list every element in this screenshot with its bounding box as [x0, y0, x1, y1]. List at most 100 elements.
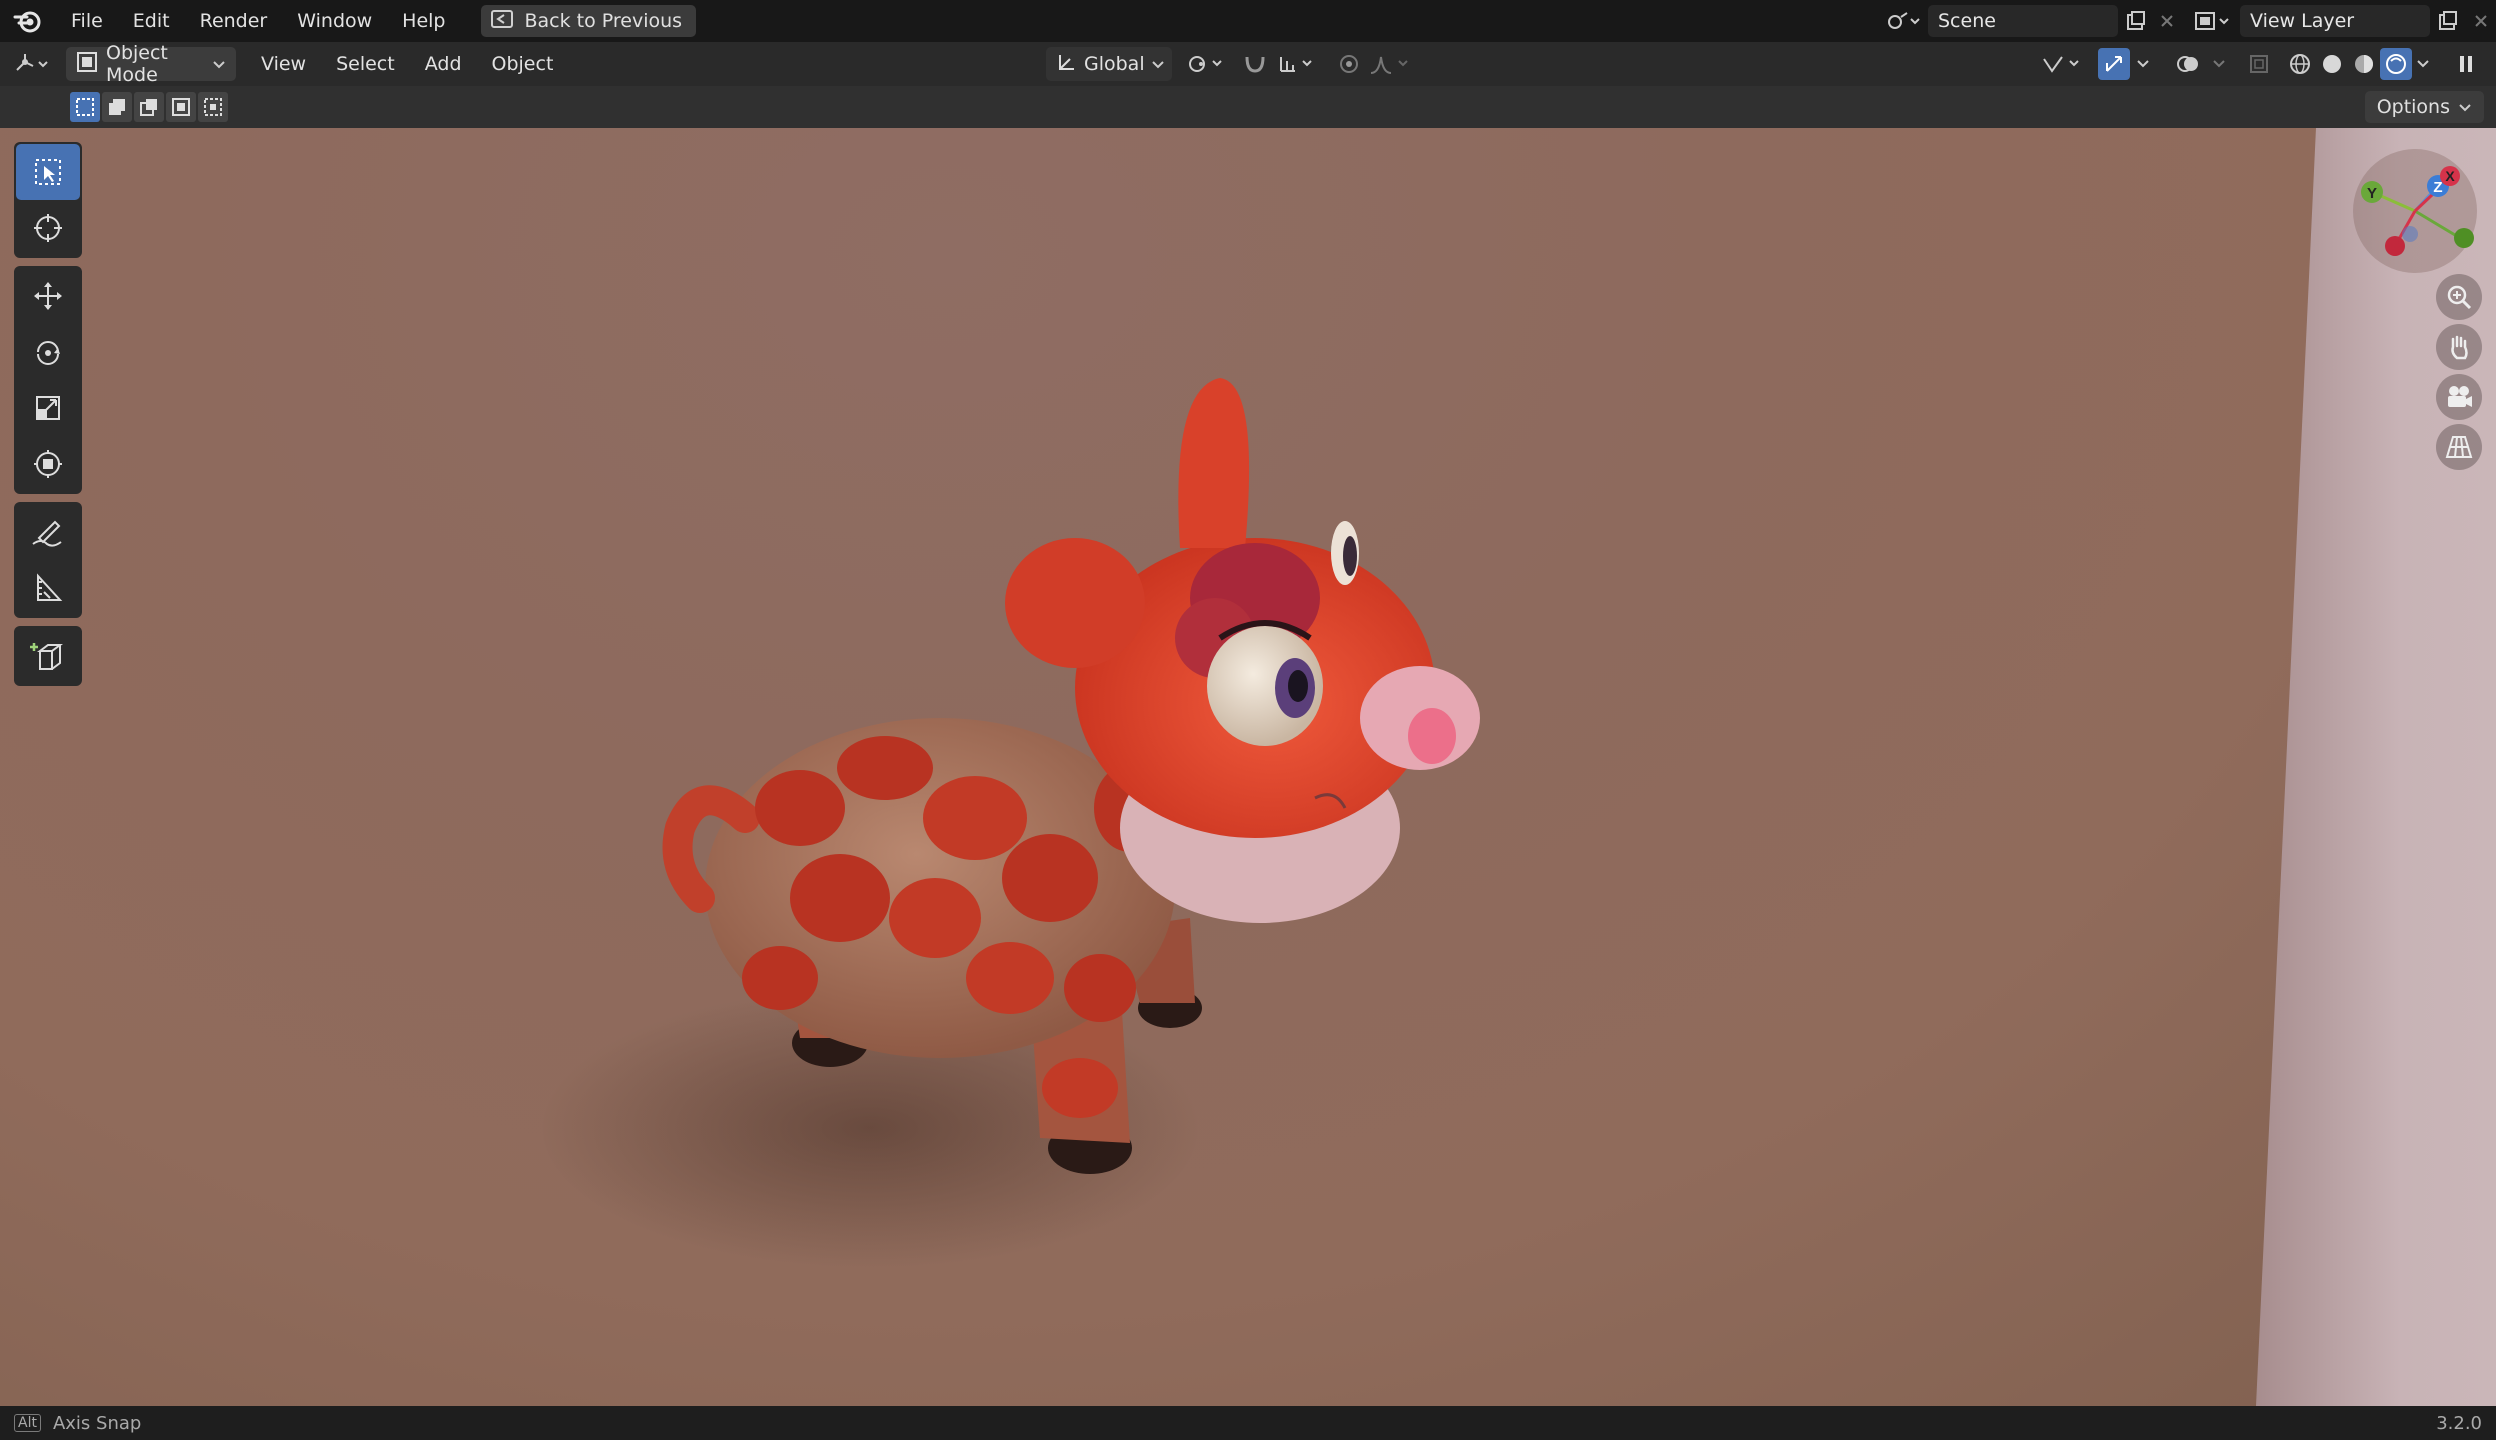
rotate-tool[interactable] [16, 324, 80, 380]
tool-group-add [14, 626, 82, 686]
xray-toggle-icon[interactable] [2244, 47, 2274, 81]
measure-tool[interactable] [16, 560, 80, 616]
mode-dropdown[interactable]: Object Mode [66, 42, 236, 86]
select-box-icon [35, 159, 61, 185]
viewport-header: Object Mode View Select Add Object Globa… [0, 42, 2496, 86]
scene-name-field[interactable]: Scene [1928, 5, 2118, 37]
pan-view-button[interactable] [2436, 324, 2482, 370]
select-new-icon[interactable] [70, 92, 100, 122]
chevron-down-icon [212, 54, 226, 75]
new-scene-icon[interactable] [2118, 5, 2154, 37]
menu-window[interactable]: Window [282, 0, 387, 42]
view-layer-name: View Layer [2250, 10, 2355, 32]
menu-render[interactable]: Render [185, 0, 283, 42]
zoom-view-button[interactable] [2436, 274, 2482, 320]
scene-name: Scene [1938, 10, 1996, 32]
gizmo-y-label: Y [2367, 185, 2377, 202]
transform-orientation-dropdown[interactable]: Global [1046, 47, 1172, 81]
editor-type-icon[interactable] [0, 42, 66, 86]
menu-object[interactable]: Object [477, 43, 569, 85]
perspective-toggle-button[interactable] [2436, 424, 2482, 470]
annotate-pencil-icon [32, 520, 62, 547]
options-label: Options [2376, 96, 2450, 118]
giraffe-render[interactable] [0, 128, 2496, 1406]
cursor-tool[interactable] [16, 200, 80, 256]
snap-target-icon[interactable] [1274, 47, 1320, 81]
select-box-tool[interactable] [16, 144, 80, 200]
back-icon [490, 9, 513, 34]
back-to-previous-label: Back to Previous [524, 10, 683, 32]
transform-tool[interactable] [16, 436, 80, 492]
chevron-down-icon [1151, 53, 1165, 75]
menu-view[interactable]: View [246, 43, 321, 85]
alt-key-badge: Alt [14, 1414, 41, 1432]
tool-group-transform [14, 266, 82, 494]
rotate-icon [37, 341, 60, 365]
version-label: 3.2.0 [2436, 1412, 2482, 1434]
left-toolbar [14, 142, 82, 694]
navigation-gizmo[interactable]: Z X Y [2350, 146, 2480, 276]
gizmo-neg-x-axis[interactable] [2385, 236, 2405, 256]
menu-help[interactable]: Help [387, 0, 460, 42]
tool-group-select [14, 142, 82, 258]
chevron-down-icon [2458, 96, 2472, 118]
snap-toggle-icon[interactable] [1240, 47, 1270, 81]
falloff-icon[interactable] [1366, 47, 1416, 81]
shading-rendered-icon[interactable] [2380, 48, 2412, 80]
move-tool[interactable] [16, 268, 80, 324]
view-object-types-icon[interactable] [2036, 47, 2088, 81]
selection-mode-group [70, 92, 228, 122]
orientation-label: Global [1084, 53, 1145, 75]
gizmo-neg-y-axis[interactable] [2454, 228, 2474, 248]
overlays-toggle-icon[interactable] [2168, 47, 2208, 81]
back-to-previous-button[interactable]: Back to Previous [480, 5, 697, 37]
select-invert-icon[interactable] [166, 92, 196, 122]
overlays-dropdown-icon[interactable] [2208, 47, 2230, 81]
shading-wireframe-icon[interactable] [2284, 47, 2316, 81]
annotate-tool[interactable] [16, 504, 80, 560]
gizmo-x-label: X [2445, 168, 2455, 184]
gizmo-toggle-icon[interactable] [2098, 48, 2130, 80]
scene-selector-icon[interactable] [1878, 5, 1928, 37]
blender-logo-icon[interactable] [0, 0, 56, 42]
shading-material-icon[interactable] [2348, 47, 2380, 81]
options-dropdown[interactable]: Options [2364, 91, 2484, 123]
select-extend-icon[interactable] [102, 92, 132, 122]
menu-file[interactable]: File [56, 0, 118, 42]
gizmo-z-label: Z [2433, 179, 2442, 196]
shading-solid-icon[interactable] [2316, 47, 2348, 81]
new-view-layer-icon[interactable] [2430, 5, 2466, 37]
camera-icon [2448, 386, 2472, 407]
menu-add[interactable]: Add [410, 43, 477, 85]
camera-view-button[interactable] [2436, 374, 2482, 420]
gizmo-neg-z-axis[interactable] [2402, 226, 2418, 242]
orientation-icon [1056, 51, 1078, 78]
scale-tool[interactable] [16, 380, 80, 436]
tool-group-annotate [14, 502, 82, 618]
status-bar: Alt Axis Snap 3.2.0 [0, 1406, 2496, 1440]
status-hint: Axis Snap [52, 1412, 142, 1434]
cursor-icon [34, 214, 62, 242]
shading-dropdown-icon[interactable] [2412, 47, 2434, 81]
scale-icon [36, 396, 60, 420]
select-subtract-icon[interactable] [134, 92, 164, 122]
delete-view-layer-icon[interactable] [2466, 5, 2496, 37]
select-intersect-icon[interactable] [198, 92, 228, 122]
grid-icon [2445, 436, 2473, 458]
proportional-edit-icon[interactable] [1334, 47, 1364, 81]
pause-render-icon[interactable] [2448, 47, 2484, 81]
pivot-point-icon[interactable] [1184, 47, 1230, 81]
zoom-icon [2447, 285, 2472, 310]
add-cube-tool[interactable] [16, 628, 80, 684]
gizmo-dropdown-icon[interactable] [2132, 47, 2154, 81]
add-cube-icon [30, 643, 63, 670]
view-layer-selector-icon[interactable] [2186, 5, 2240, 37]
mode-label: Object Mode [106, 42, 168, 86]
3d-viewport[interactable]: Z X Y [0, 128, 2496, 1406]
menu-edit[interactable]: Edit [118, 0, 185, 42]
hand-icon [2451, 335, 2468, 360]
delete-scene-icon[interactable] [2154, 5, 2180, 37]
view-layer-field[interactable]: View Layer [2240, 5, 2430, 37]
menu-select[interactable]: Select [321, 43, 410, 85]
move-icon [34, 282, 62, 310]
